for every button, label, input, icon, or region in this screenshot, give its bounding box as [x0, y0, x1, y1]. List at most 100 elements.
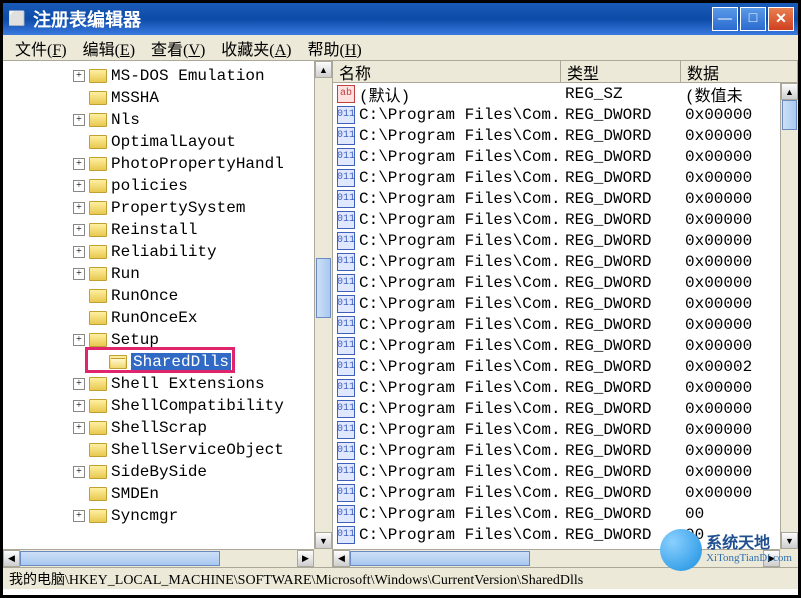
- tree-pane: +MS-DOS EmulationMSSHA+NlsOptimalLayout+…: [3, 61, 333, 567]
- expand-icon[interactable]: +: [73, 268, 85, 280]
- tree-item[interactable]: + SideBySide: [5, 461, 330, 483]
- menu-edit[interactable]: 编辑(E): [75, 34, 143, 62]
- expand-icon[interactable]: +: [73, 378, 85, 390]
- tree-item-label: Nls: [111, 111, 140, 129]
- scroll-up-icon[interactable]: ▲: [315, 61, 332, 78]
- value-name: C:\Program Files\Com...: [359, 106, 561, 124]
- expand-icon[interactable]: +: [73, 224, 85, 236]
- list-row[interactable]: 011C:\Program Files\Com...REG_DWORD0x000…: [333, 125, 798, 146]
- list-row[interactable]: 011C:\Program Files\Com...REG_DWORD0x000…: [333, 356, 798, 377]
- expand-icon[interactable]: +: [73, 180, 85, 192]
- column-name[interactable]: 名称: [333, 61, 561, 82]
- menu-help[interactable]: 帮助(H): [300, 34, 370, 62]
- column-type[interactable]: 类型: [561, 61, 681, 82]
- scroll-left-icon[interactable]: ◀: [3, 550, 20, 567]
- scroll-down-icon[interactable]: ▼: [315, 532, 332, 549]
- tree-item[interactable]: +Reliability: [5, 241, 330, 263]
- value-type: REG_DWORD: [561, 484, 681, 502]
- scroll-thumb[interactable]: [782, 100, 797, 130]
- list-row[interactable]: 011C:\Program Files\Com...REG_DWORD00: [333, 503, 798, 524]
- scroll-thumb[interactable]: [350, 551, 530, 566]
- tree-item[interactable]: + Nls: [5, 109, 330, 131]
- tree-item[interactable]: RunOnceEx: [5, 307, 330, 329]
- tree-vscrollbar[interactable]: ▲ ▼: [314, 61, 332, 549]
- list-row[interactable]: 011C:\Program Files\Com...REG_DWORD0x000…: [333, 419, 798, 440]
- tree-item[interactable]: +Run: [5, 263, 330, 285]
- list-row[interactable]: 011C:\Program Files\Com...REG_DWORD0x000…: [333, 293, 798, 314]
- list-row[interactable]: 011C:\Program Files\Com...REG_DWORD0x000…: [333, 377, 798, 398]
- list-row[interactable]: 011C:\Program Files\Com...REG_DWORD0x000…: [333, 167, 798, 188]
- menu-favorites[interactable]: 收藏夹(A): [213, 34, 299, 62]
- tree-item[interactable]: MSSHA: [5, 87, 330, 109]
- list-row[interactable]: 011C:\Program Files\Com...REG_DWORD0x000…: [333, 482, 798, 503]
- expand-icon[interactable]: +: [73, 246, 85, 258]
- value-name: C:\Program Files\Com...: [359, 190, 561, 208]
- expand-icon: [73, 290, 85, 302]
- tree-item[interactable]: +Syncmgr: [5, 505, 330, 527]
- expand-icon[interactable]: +: [73, 114, 85, 126]
- tree-item[interactable]: +ShellCompatibility: [5, 395, 330, 417]
- tree-item[interactable]: +Shell Extensions: [5, 373, 330, 395]
- tree-item-label: SharedDlls: [131, 353, 231, 371]
- watermark-text: 系统天地: [706, 536, 792, 552]
- scroll-left-icon[interactable]: ◀: [333, 550, 350, 567]
- titlebar[interactable]: ⬜ 注册表编辑器 — □ ✕: [3, 3, 798, 35]
- value-name: C:\Program Files\Com...: [359, 253, 561, 271]
- folder-icon: [89, 157, 107, 171]
- tree-item[interactable]: OptimalLayout: [5, 131, 330, 153]
- value-name: C:\Program Files\Com...: [359, 463, 561, 481]
- tree-item[interactable]: +PhotoPropertyHandl: [5, 153, 330, 175]
- value-type: REG_DWORD: [561, 190, 681, 208]
- tree-item[interactable]: ShellServiceObject: [5, 439, 330, 461]
- list-row[interactable]: 011C:\Program Files\Com...REG_DWORD0x000…: [333, 398, 798, 419]
- list-row[interactable]: 011C:\Program Files\Com...REG_DWORD0x000…: [333, 146, 798, 167]
- menu-view[interactable]: 查看(V): [143, 34, 213, 62]
- tree-item[interactable]: + policies: [5, 175, 330, 197]
- list-row[interactable]: 011C:\Program Files\Com...REG_DWORD0x000…: [333, 461, 798, 482]
- tree-item-label: policies: [111, 177, 188, 195]
- expand-icon[interactable]: +: [73, 70, 85, 82]
- list-row[interactable]: ab(默认)REG_SZ(数值未: [333, 83, 798, 104]
- scroll-thumb[interactable]: [20, 551, 220, 566]
- expand-icon[interactable]: +: [73, 466, 85, 478]
- tree-item[interactable]: +MS-DOS Emulation: [5, 65, 330, 87]
- list-vscrollbar[interactable]: ▲ ▼: [780, 83, 798, 549]
- list-row[interactable]: 011C:\Program Files\Com...REG_DWORD0x000…: [333, 440, 798, 461]
- menu-file[interactable]: 文件(F): [7, 34, 75, 62]
- minimize-button[interactable]: —: [712, 7, 738, 31]
- dword-value-icon: 011: [337, 232, 355, 250]
- list-row[interactable]: 011C:\Program Files\Com...REG_DWORD0x000…: [333, 230, 798, 251]
- list-row[interactable]: 011C:\Program Files\Com...REG_DWORD0x000…: [333, 251, 798, 272]
- expand-icon[interactable]: +: [73, 334, 85, 346]
- expand-icon: [73, 92, 85, 104]
- list-row[interactable]: 011C:\Program Files\Com...REG_DWORD0x000…: [333, 335, 798, 356]
- list-row[interactable]: 011C:\Program Files\Com...REG_DWORD0x000…: [333, 209, 798, 230]
- tree-item[interactable]: +Setup: [5, 329, 330, 351]
- tree-item[interactable]: SharedDlls: [5, 351, 330, 373]
- scroll-right-icon[interactable]: ▶: [297, 550, 314, 567]
- expand-icon[interactable]: +: [73, 158, 85, 170]
- folder-icon: [89, 201, 107, 215]
- tree-item[interactable]: SMDEn: [5, 483, 330, 505]
- tree-item[interactable]: +PropertySystem: [5, 197, 330, 219]
- maximize-button[interactable]: □: [740, 7, 766, 31]
- list-row[interactable]: 011C:\Program Files\Com...REG_DWORD0x000…: [333, 188, 798, 209]
- value-type: REG_DWORD: [561, 379, 681, 397]
- tree-hscrollbar[interactable]: ◀ ▶: [3, 549, 314, 567]
- list-row[interactable]: 011C:\Program Files\Com...REG_DWORD0x000…: [333, 104, 798, 125]
- expand-icon[interactable]: +: [73, 510, 85, 522]
- scroll-up-icon[interactable]: ▲: [781, 83, 798, 100]
- expand-icon[interactable]: +: [73, 400, 85, 412]
- list-row[interactable]: 011C:\Program Files\Com...REG_DWORD0x000…: [333, 272, 798, 293]
- tree-item-label: SideBySide: [111, 463, 207, 481]
- scroll-thumb[interactable]: [316, 258, 331, 318]
- column-data[interactable]: 数据: [681, 61, 798, 82]
- list-row[interactable]: 011C:\Program Files\Com...REG_DWORD0x000…: [333, 314, 798, 335]
- tree-item[interactable]: +Reinstall: [5, 219, 330, 241]
- tree-item[interactable]: +ShellScrap: [5, 417, 330, 439]
- dword-value-icon: 011: [337, 358, 355, 376]
- expand-icon[interactable]: +: [73, 422, 85, 434]
- expand-icon[interactable]: +: [73, 202, 85, 214]
- tree-item[interactable]: RunOnce: [5, 285, 330, 307]
- close-button[interactable]: ✕: [768, 7, 794, 31]
